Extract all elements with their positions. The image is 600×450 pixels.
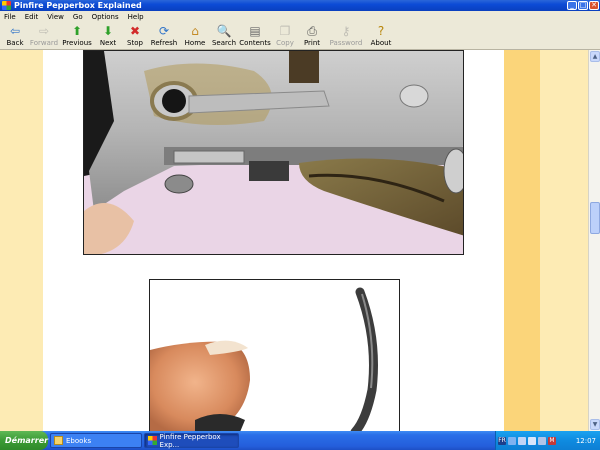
ebook-app-icon	[148, 436, 157, 445]
toolbar-forward-button[interactable]: ⇨ Forward	[28, 23, 60, 50]
toolbar-refresh-button[interactable]: ⟳ Refresh	[148, 23, 180, 50]
start-label: Démarrer	[5, 436, 49, 445]
antivirus-icon[interactable]: M	[548, 436, 556, 445]
toolbar-home-button[interactable]: ⌂ Home	[180, 23, 210, 50]
menu-options[interactable]: Options	[88, 13, 124, 21]
toolbar-button-label: Back	[6, 39, 24, 47]
folder-icon	[54, 436, 63, 445]
toolbar-button-label: Copy	[276, 39, 294, 47]
system-tray: FR M 12:07	[495, 431, 600, 450]
about-icon: ?	[377, 24, 385, 38]
toolbar-button-label: Refresh	[150, 39, 178, 47]
scrollbar-thumb[interactable]	[590, 202, 600, 234]
network-icon[interactable]	[508, 436, 516, 445]
language-icon[interactable]: FR	[498, 436, 506, 445]
toolbar-previous-button[interactable]: ⬆ Previous	[60, 23, 94, 50]
copy-icon: ❐	[279, 24, 291, 38]
next-down-arrow-icon: ⬇	[102, 24, 114, 38]
menu-view[interactable]: View	[43, 13, 69, 21]
menu-help[interactable]: Help	[124, 13, 149, 21]
close-button[interactable]: ✕	[589, 1, 599, 10]
display-icon[interactable]	[538, 436, 546, 445]
toolbar: ⇦ Back ⇨ Forward ⬆ Previous ⬇ Next ✖ Stop ⟳ Refresh…	[0, 23, 600, 50]
refresh-icon: ⟳	[158, 24, 170, 38]
toolbar-button-label: Home	[184, 39, 206, 47]
scroll-down-arrow-icon[interactable]: ▼	[590, 419, 600, 430]
toolbar-button-label: Next	[99, 39, 117, 47]
print-icon: ⎙	[307, 24, 317, 38]
taskbar-item-label: Pinfire Pepperbox Exp...	[159, 432, 221, 449]
stop-icon: ✖	[129, 24, 141, 38]
mechanism-illustration	[84, 51, 463, 254]
content-area	[0, 50, 588, 431]
taskbar: Démarrer Ebooks Pinfire Pepperbox Exp...…	[0, 431, 600, 450]
left-decorative-strip	[0, 50, 43, 431]
taskbar-item-label: Ebooks	[66, 436, 92, 445]
toolbar-button-label: Contents	[239, 39, 271, 47]
scroll-up-arrow-icon[interactable]: ▲	[590, 51, 600, 62]
taskbar-item-ebooks[interactable]: Ebooks	[50, 433, 142, 448]
menu-go[interactable]: Go	[69, 13, 88, 21]
vertical-scrollbar[interactable]: ▲ ▼	[588, 50, 600, 431]
start-button[interactable]: Démarrer	[0, 431, 48, 450]
toolbar-button-label: Print	[303, 39, 321, 47]
taskbar-item-pinfire[interactable]: Pinfire Pepperbox Exp...	[144, 432, 239, 449]
toolbar-password-button[interactable]: ⚷ Password	[326, 23, 366, 50]
toolbar-search-button[interactable]: 🔍 Search	[210, 23, 238, 50]
key-icon: ⚷	[341, 24, 351, 38]
toolbar-about-button[interactable]: ? About	[366, 23, 396, 50]
toolbar-contents-button[interactable]: ▤ Contents	[238, 23, 272, 50]
right-decorative-strip-dark	[504, 50, 540, 431]
forward-arrow-icon: ⇨	[38, 24, 50, 38]
photo-mechanism-closeup	[83, 50, 464, 255]
toolbar-button-label: Password	[329, 39, 363, 47]
menu-bar: File Edit View Go Options Help	[0, 11, 600, 23]
toolbar-back-button[interactable]: ⇦ Back	[2, 23, 28, 50]
title-bar: Pinfire Pepperbox Explained _ □ ✕	[0, 0, 600, 11]
toolbar-button-label: Previous	[62, 39, 92, 47]
contents-icon: ▤	[249, 24, 261, 38]
fingertip-spring-illustration	[150, 280, 399, 431]
photo-fingertip-spring	[149, 279, 400, 431]
minimize-button[interactable]: _	[567, 1, 577, 10]
security-icon[interactable]	[528, 436, 536, 445]
speaker-icon[interactable]	[518, 436, 526, 445]
toolbar-next-button[interactable]: ⬇ Next	[94, 23, 122, 50]
menu-file[interactable]: File	[0, 13, 21, 21]
previous-up-arrow-icon: ⬆	[71, 24, 83, 38]
right-decorative-strip-light	[540, 50, 588, 431]
toolbar-button-label: Stop	[127, 39, 143, 47]
toolbar-stop-button[interactable]: ✖ Stop	[122, 23, 148, 50]
window-title: Pinfire Pepperbox Explained	[14, 1, 142, 10]
maximize-button[interactable]: □	[578, 1, 588, 10]
search-icon: 🔍	[216, 24, 232, 38]
toolbar-copy-button[interactable]: ❐ Copy	[272, 23, 298, 50]
home-icon: ⌂	[191, 24, 199, 38]
toolbar-print-button[interactable]: ⎙ Print	[298, 23, 326, 50]
menu-edit[interactable]: Edit	[21, 13, 44, 21]
toolbar-button-label: About	[370, 39, 392, 47]
toolbar-button-label: Search	[211, 39, 237, 47]
clock: 12:07	[575, 436, 596, 445]
back-arrow-icon: ⇦	[9, 24, 21, 38]
app-icon	[2, 1, 11, 10]
toolbar-button-label: Forward	[29, 39, 59, 47]
